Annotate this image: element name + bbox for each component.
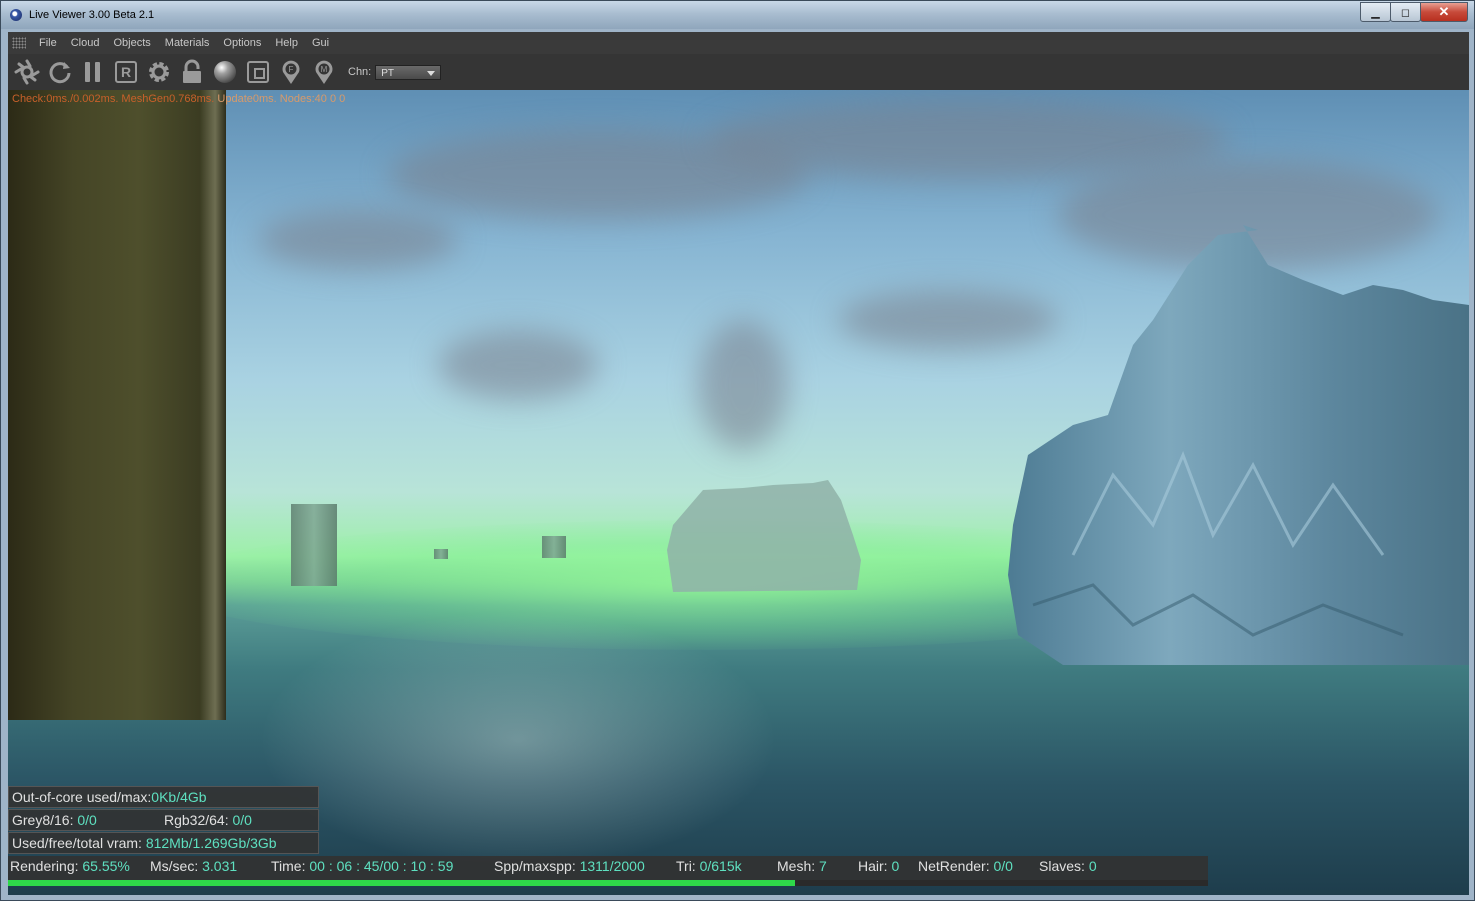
netrender-label: NetRender: [918, 858, 994, 874]
iceberg [1008, 225, 1469, 665]
rgb-value: 0/0 [232, 812, 252, 828]
grey-label: Grey8/16: [12, 812, 78, 828]
menu-options[interactable]: Options [216, 37, 268, 49]
hair-label: Hair: [858, 858, 892, 874]
menu-help[interactable]: Help [268, 37, 305, 49]
render-progress-bar [8, 880, 1208, 886]
svg-text:F: F [289, 65, 294, 74]
refresh-icon [49, 62, 71, 84]
settings-icon [149, 62, 169, 82]
vram-value: 812Mb/1.269Gb/3Gb [145, 835, 277, 851]
ooc-value: 0Kb/4Gb [151, 789, 207, 805]
focus-frame-icon [247, 61, 269, 83]
restart-icon [14, 59, 40, 85]
window-title: Live Viewer 3.00 Beta 2.1 [29, 9, 155, 21]
cloud [438, 330, 598, 400]
pause-icon [85, 62, 100, 82]
pick-focus-icon: F [282, 60, 300, 84]
pick-material-button[interactable]: M [310, 58, 338, 86]
cloud [258, 210, 458, 270]
vram-label: Used/free/total vram: [12, 835, 146, 851]
title-bar[interactable]: Live Viewer 3.00 Beta 2.1 ▁ ◻ ✕ [1, 1, 1474, 29]
pick-focus-button[interactable]: F [277, 58, 305, 86]
close-button[interactable]: ✕ [1420, 2, 1468, 22]
cloud [698, 320, 788, 450]
region-render-icon: R [115, 61, 137, 83]
spp-label: Spp/maxspp: [494, 858, 580, 874]
region-render-button[interactable]: R [112, 58, 140, 86]
pick-material-icon: M [315, 60, 333, 84]
slaves-value: 0 [1088, 858, 1097, 874]
distant-iceberg [667, 480, 861, 592]
vram-info: Used/free/total vram: 812Mb/1.269Gb/3Gb [8, 832, 319, 854]
ms-value: 3.031 [202, 858, 238, 874]
tri-value: 0/615k [699, 858, 742, 874]
netrender-value: 0/0 [993, 858, 1013, 874]
minimize-button[interactable]: ▁ [1360, 2, 1391, 22]
spp-value: 1311/2000 [579, 858, 645, 874]
channel-select[interactable]: PT [375, 64, 442, 80]
rendering-value: 65.55% [82, 858, 130, 874]
app-window: Live Viewer 3.00 Beta 2.1 ▁ ◻ ✕ File Clo… [0, 0, 1475, 901]
water-reflection [258, 610, 778, 870]
maximize-button[interactable]: ◻ [1390, 2, 1421, 22]
client-area: File Cloud Objects Materials Options Hel… [8, 32, 1469, 895]
menu-file[interactable]: File [32, 37, 64, 49]
render-viewport[interactable]: Check:0ms./0.002ms. MeshGen0.768ms. Upda… [8, 90, 1469, 895]
menu-bar: File Cloud Objects Materials Options Hel… [8, 32, 1469, 54]
lock-icon [183, 59, 201, 83]
render-progress-fill [8, 880, 795, 886]
material-preview-button[interactable] [211, 58, 239, 86]
render-stats-bar: Rendering: 65.55% Ms/sec: 3.031 Time: 00… [8, 856, 1208, 886]
hair-value: 0 [891, 858, 900, 874]
mesh-value: 7 [819, 858, 827, 874]
debug-timings: Check:0ms./0.002ms. MeshGen0.768ms. [12, 93, 215, 105]
rendering-label: Rendering: [10, 858, 83, 874]
time-value: 00 : 06 : 45/00 : 10 : 59 [309, 858, 454, 874]
slaves-label: Slaves: [1039, 858, 1089, 874]
distant-tower [542, 536, 566, 558]
texture-info: Grey8/16: 0/0 Rgb32/64: 0/0 [8, 809, 319, 831]
material-ball-icon [214, 61, 236, 83]
out-of-core-info: Out-of-core used/max:0Kb/4Gb [8, 786, 319, 808]
focus-frame-button[interactable] [244, 58, 272, 86]
menu-objects[interactable]: Objects [106, 37, 157, 49]
menu-materials[interactable]: Materials [158, 37, 217, 49]
ooc-label: Out-of-core used/max: [12, 789, 152, 805]
rgb-label: Rgb32/64: [164, 812, 233, 828]
ms-label: Ms/sec: [150, 858, 203, 874]
toolbar: R F M Chn: PT [8, 54, 1469, 90]
foreground-pillar [8, 90, 226, 720]
tri-label: Tri: [676, 858, 700, 874]
channel-label: Chn: [348, 66, 372, 78]
debug-nodes: Update0ms. Nodes:40 0 0 [214, 93, 346, 105]
app-logo-icon [10, 9, 22, 21]
svg-text:M: M [321, 65, 328, 74]
debug-status-line: Check:0ms./0.002ms. MeshGen0.768ms. Upda… [12, 93, 345, 105]
menu-grip-icon[interactable] [12, 37, 26, 49]
refresh-button[interactable] [46, 58, 74, 86]
menu-cloud[interactable]: Cloud [64, 37, 107, 49]
settings-button[interactable] [145, 58, 173, 86]
distant-tower [291, 504, 337, 586]
mesh-label: Mesh: [777, 858, 820, 874]
lock-button[interactable] [178, 58, 206, 86]
time-label: Time: [271, 858, 310, 874]
menu-gui[interactable]: Gui [305, 37, 336, 49]
svg-text:R: R [121, 64, 131, 80]
distant-tower [434, 549, 448, 559]
pause-button[interactable] [79, 58, 107, 86]
restart-button[interactable] [13, 58, 41, 86]
grey-value: 0/0 [77, 812, 97, 828]
